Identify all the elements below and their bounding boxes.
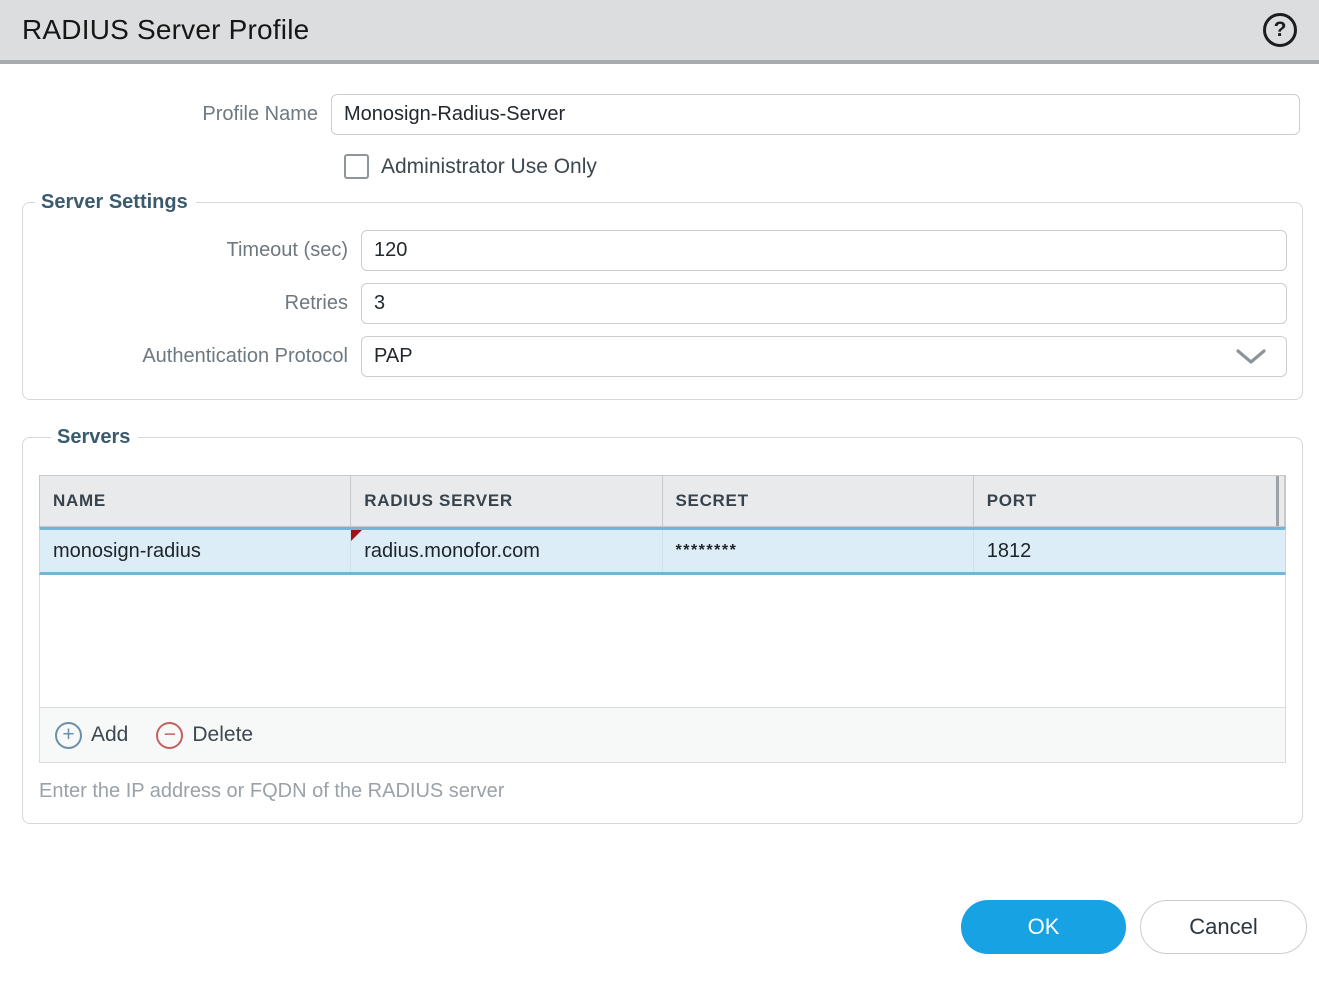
delete-button-label: Delete <box>192 723 253 747</box>
server-settings-legend: Server Settings <box>35 191 196 214</box>
dialog-titlebar: RADIUS Server Profile ? <box>0 0 1319 64</box>
cell-radius-server[interactable]: radius.monofor.com <box>351 530 662 572</box>
profile-name-row: Profile Name <box>0 94 1319 135</box>
radius-server-profile-dialog: RADIUS Server Profile ? Profile Name Adm… <box>0 0 1319 954</box>
minus-glyph: − <box>164 724 176 745</box>
server-settings-fieldset: Server Settings Timeout (sec) Retries Au… <box>22 191 1303 400</box>
servers-table: NAME RADIUS SERVER SECRET PORT monosign-… <box>39 475 1286 763</box>
servers-legend: Servers <box>51 426 138 449</box>
plus-glyph: + <box>62 724 74 745</box>
retries-input[interactable] <box>361 283 1287 324</box>
admin-use-only-checkbox[interactable] <box>344 154 369 179</box>
page-title: RADIUS Server Profile <box>22 14 309 46</box>
retries-row: Retries <box>23 283 1287 324</box>
minus-circle-icon: − <box>156 722 183 749</box>
chevron-down-icon <box>1236 348 1266 366</box>
auth-protocol-row: Authentication Protocol PAP <box>23 336 1287 377</box>
add-button[interactable]: + Add <box>55 722 128 749</box>
cell-secret[interactable]: ******** <box>663 530 974 572</box>
scrollbar-spacer <box>1276 476 1279 526</box>
timeout-label: Timeout (sec) <box>23 239 348 262</box>
column-header-port[interactable]: PORT <box>974 476 1285 526</box>
help-icon-glyph: ? <box>1274 18 1287 42</box>
auth-protocol-value: PAP <box>374 345 413 368</box>
auth-protocol-label: Authentication Protocol <box>23 345 348 368</box>
cell-radius-server-value: radius.monofor.com <box>364 540 540 563</box>
timeout-input[interactable] <box>361 230 1287 271</box>
dialog-footer: OK Cancel <box>0 900 1307 954</box>
ok-button[interactable]: OK <box>961 900 1126 954</box>
profile-name-label: Profile Name <box>0 103 318 126</box>
help-icon[interactable]: ? <box>1263 13 1297 47</box>
column-header-secret[interactable]: SECRET <box>663 476 974 526</box>
cancel-button[interactable]: Cancel <box>1140 900 1307 954</box>
retries-label: Retries <box>23 292 348 315</box>
cell-port[interactable]: 1812 <box>974 530 1285 572</box>
cell-name[interactable]: monosign-radius <box>40 530 351 572</box>
table-footer-toolbar: + Add − Delete <box>39 707 1286 763</box>
column-header-name[interactable]: NAME <box>40 476 351 526</box>
plus-circle-icon: + <box>55 722 82 749</box>
timeout-row: Timeout (sec) <box>23 230 1287 271</box>
profile-name-input[interactable] <box>331 94 1300 135</box>
servers-table-header: NAME RADIUS SERVER SECRET PORT <box>39 475 1286 527</box>
table-empty-area <box>39 575 1286 707</box>
add-button-label: Add <box>91 723 128 747</box>
table-row[interactable]: monosign-radius radius.monofor.com *****… <box>39 527 1286 575</box>
column-header-radius-server[interactable]: RADIUS SERVER <box>351 476 662 526</box>
admin-use-only-label[interactable]: Administrator Use Only <box>381 155 597 179</box>
auth-protocol-select[interactable]: PAP <box>361 336 1287 377</box>
servers-fieldset: Servers NAME RADIUS SERVER SECRET PORT m… <box>22 426 1303 824</box>
modified-cell-marker <box>351 530 362 541</box>
server-helper-text: Enter the IP address or FQDN of the RADI… <box>39 780 1286 803</box>
delete-button[interactable]: − Delete <box>156 722 253 749</box>
admin-use-only-row: Administrator Use Only <box>344 154 1319 179</box>
